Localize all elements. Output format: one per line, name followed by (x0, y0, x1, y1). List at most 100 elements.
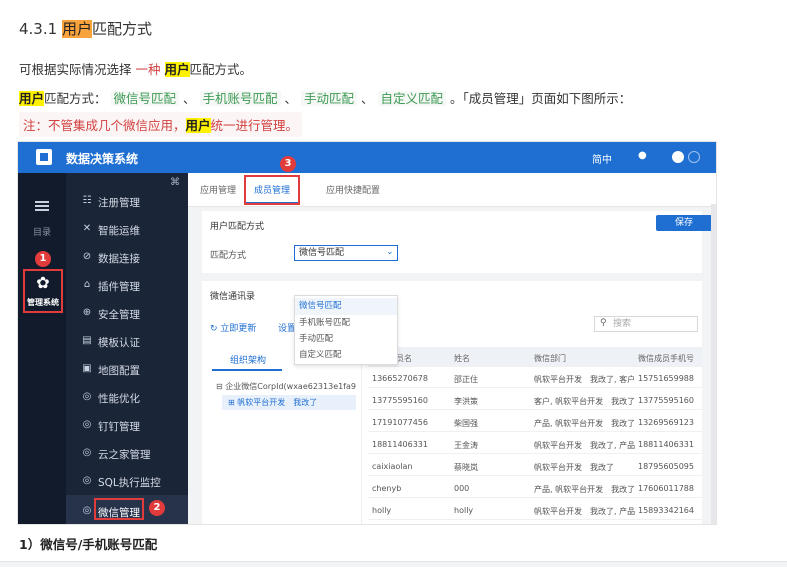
chevron-down-icon[interactable]: ⌄ (386, 247, 394, 257)
menu-label: 智能运维 (98, 225, 140, 237)
table-row[interactable]: holly holly 帆软平台开发 我改了, 产品 15893342164 (368, 500, 702, 520)
table-row[interactable]: caixiaolan 蔡晓岚 帆软平台开发 我改了 18795605095 (368, 456, 702, 476)
user-menu-icon[interactable] (688, 151, 700, 163)
p1-post: 匹配方式。 (189, 62, 253, 77)
cell: 柴国强 (454, 419, 478, 428)
content-area: 应用管理 成员管理 应用快捷配置 用户匹配方式 保存 匹配方式 微信号匹配 ⌄ … (188, 156, 716, 524)
menu-item-sql-monitor[interactable]: ◎ SQL执行监控 (66, 468, 188, 496)
map-icon: ▣ (82, 363, 92, 374)
p1-pre: 可根据实际情况选择 (19, 62, 132, 77)
register-icon: ☷ (82, 195, 92, 206)
match-method-select[interactable]: 微信号匹配 (294, 245, 398, 261)
step-badge-3: 3 (280, 156, 296, 172)
step-badge-1: 1 (35, 251, 51, 267)
p2-sep: 、 (183, 91, 196, 106)
performance-icon: ◎ (82, 391, 92, 402)
table-row[interactable]: 13665270678 邵正住 帆软平台开发 我改了, 客户 15751659988 (368, 368, 702, 388)
table-row[interactable]: 18811406331 王金涛 帆软平台开发 我改了, 产品 18811406331 (368, 434, 702, 454)
rail-item-admin-system[interactable]: ✿ 管理系统 (23, 269, 63, 313)
collapse-icon[interactable]: ⌘ (170, 177, 180, 188)
cell: 蔡晓岚 (454, 463, 478, 472)
tree-root-node[interactable]: ⊟ 企业微信CorpId(wxae62313e1fa9 (216, 381, 356, 392)
cell: 帆软平台开发 我改了 (534, 463, 614, 472)
method-mobile-account: 手机账号匹配 (199, 91, 281, 106)
menu-item-wechat[interactable]: ◎ 微信管理 (66, 498, 188, 524)
dropdown-option-wechat[interactable]: 微信号匹配 (295, 298, 397, 315)
language-switch[interactable]: 简中 (592, 151, 612, 166)
monitor-icon: ◎ (82, 475, 92, 486)
cell: 帆软平台开发 我改了, 产品 (534, 507, 636, 516)
match-method-card: 用户匹配方式 保存 匹配方式 微信号匹配 ⌄ (202, 211, 712, 273)
menu-item-dingtalk[interactable]: ◎ 钉钉管理 (66, 412, 188, 440)
dropdown-option-manual[interactable]: 手动匹配 (295, 331, 397, 348)
table-header: 微信成员名 姓名 微信部门 微信成员手机号 (368, 347, 702, 367)
col-name[interactable]: 姓名 (454, 353, 470, 364)
table-row[interactable]: 13775595160 李洪策 客户, 帆软平台开发 我改了 13775595160 (368, 390, 702, 410)
plugin-icon: ⌂ (83, 279, 91, 290)
dingtalk-icon: ◎ (82, 419, 92, 430)
bell-icon[interactable]: ● (638, 150, 647, 161)
dropdown-option-mobile[interactable]: 手机账号匹配 (295, 315, 397, 332)
table-row[interactable]: chenyb 000 产品, 帆软平台开发 我改了 17606011788 (368, 478, 702, 498)
contacts-title: 微信通讯录 (210, 292, 256, 302)
col-mobile[interactable]: 微信成员手机号 (638, 353, 694, 364)
step-badge-2: 2 (149, 500, 165, 516)
cell: 18811406331 (638, 440, 694, 449)
save-button[interactable]: 保存 (656, 215, 712, 231)
cell: 帆软平台开发 我改了, 客户 (534, 375, 636, 384)
rail-admin-label: 管理系统 (27, 298, 59, 307)
search-input[interactable]: 搜索 (594, 316, 698, 332)
app-topbar: 数据决策系统 简中 ● (18, 142, 716, 173)
tools-icon: ✕ (82, 223, 92, 234)
menu-item-template-cert[interactable]: ▤ 模板认证 (66, 328, 188, 356)
cell: 客户, 帆软平台开发 我改了 (534, 397, 636, 406)
menu-item-yunzhijia[interactable]: ◎ 云之家管理 (66, 440, 188, 468)
p2-tail: 。「成员管理」页面如下图所示： (450, 91, 632, 106)
menu-label: SQL执行监控 (98, 477, 161, 489)
dropdown-option-custom[interactable]: 自定义匹配 (295, 347, 397, 364)
menu-item-connection[interactable]: ⊘ 数据连接 (66, 244, 188, 272)
wechat-contacts-card: 微信通讯录 ↻ 立即更新 设置 搜索 ⚲ 组织架构 标签 ⊟ 企业微信CorpI… (202, 281, 702, 524)
menu-item-register[interactable]: ☷ 注册管理 (66, 188, 188, 216)
shield-icon: ⊕ (82, 307, 92, 318)
cell: holly (454, 506, 474, 515)
cell: 产品, 帆软平台开发 我改了 (534, 485, 636, 494)
heading-rest: 匹配方式 (91, 20, 152, 38)
cell: 15751659988 (638, 374, 694, 383)
menu-label: 钉钉管理 (98, 421, 140, 433)
cell: 17191077456 (372, 418, 428, 427)
menu-label: 注册管理 (98, 197, 140, 209)
paragraph-intro: 可根据实际情况选择 一种 用户匹配方式。 (19, 59, 252, 78)
note-box: 注：不管集成几个微信应用，用户统一进行管理。 (19, 112, 303, 137)
tab-org-structure[interactable]: 组织架构 (230, 353, 266, 366)
heading-highlight: 用户 (61, 20, 92, 38)
menu-list-icon[interactable] (35, 201, 49, 211)
tab-quick-config[interactable]: 应用快捷配置 (326, 183, 380, 196)
method-wechat-id: 微信号匹配 (110, 91, 180, 106)
menu-label: 地图配置 (98, 365, 140, 377)
menu-item-plugins[interactable]: ⌂ 插件管理 (66, 272, 188, 300)
p2-lead: 匹配方式： (44, 91, 107, 106)
cell: caixiaolan (372, 462, 413, 471)
cell: holly (372, 506, 392, 515)
menu-item-ops[interactable]: ✕ 智能运维 (66, 216, 188, 244)
tab-app-management[interactable]: 应用管理 (200, 183, 236, 196)
scrollbar[interactable] (711, 204, 716, 524)
menu-item-security[interactable]: ⊕ 安全管理 (66, 300, 188, 328)
admin-menu: ⌘ ☷ 注册管理 ✕ 智能运维 ⊘ 数据连接 ⌂ 插件管理 ⊕ 安全管理 ▤ 模板认证 ▣ 地… (66, 173, 188, 524)
wechat-icon: ◎ (82, 505, 92, 516)
menu-item-performance[interactable]: ◎ 性能优化 (66, 384, 188, 412)
cell: 13775595160 (372, 396, 428, 405)
menu-item-map[interactable]: ▣ 地图配置 (66, 356, 188, 384)
menu-label: 数据连接 (98, 253, 140, 265)
cell: 产品, 帆软平台开发 我改了 (534, 419, 636, 428)
avatar[interactable] (672, 151, 684, 163)
cloud-icon: ◎ (82, 447, 92, 458)
col-department[interactable]: 微信部门 (534, 353, 566, 364)
table-row[interactable]: 17191077456 柴国强 产品, 帆软平台开发 我改了 13269569123 (368, 412, 702, 432)
cell: 000 (454, 484, 470, 493)
paragraph-methods: 用户匹配方式： 微信号匹配 、 手机账号匹配 、 手动匹配 、 自定义匹配 。「… (19, 88, 631, 107)
refresh-button[interactable]: ↻ 立即更新 (210, 321, 256, 334)
p2-sep: 、 (284, 91, 298, 106)
tree-child-node[interactable]: ⊞ 帆软平台开发 我改了 (222, 395, 356, 410)
